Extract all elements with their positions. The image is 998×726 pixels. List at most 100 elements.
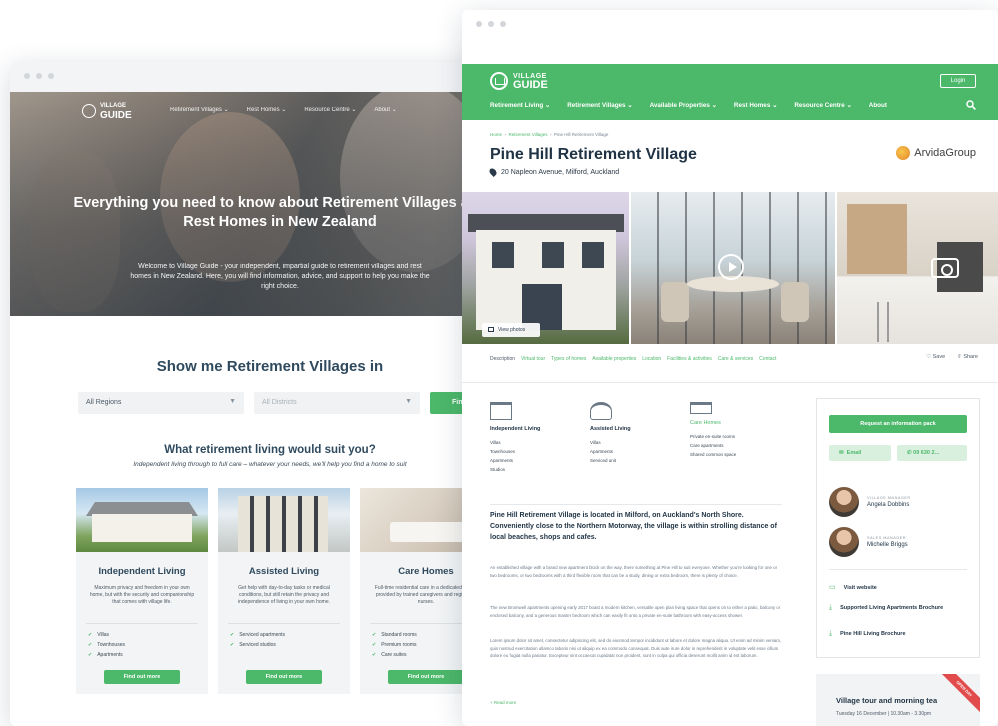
type-title: Assisted Living	[590, 426, 631, 432]
gallery-photo-kitchen[interactable]	[837, 192, 998, 344]
open-day-event-card[interactable]: OPEN DAY Village tour and morning tea Tu…	[816, 674, 980, 726]
chevron-down-icon: ▼	[405, 398, 412, 405]
tab-actions: ♡ Save ⇧ Share	[926, 354, 978, 360]
tab-location[interactable]: Location	[642, 356, 661, 362]
card-description: Maximum privacy and freedom in your own …	[89, 585, 195, 605]
list-item: Studios	[490, 467, 506, 472]
list-item: Townhouses	[88, 640, 196, 650]
suit-subheading: Independent living through to full care …	[133, 461, 407, 468]
tab-description[interactable]: Description	[490, 356, 515, 362]
site-logo[interactable]: VILLAGE GUIDE	[82, 102, 132, 121]
types-of-homes: Independent Living Villas Townhouses Apa…	[490, 402, 790, 474]
avatar	[829, 487, 859, 517]
heart-icon: ♡	[926, 354, 932, 360]
list-item: Villas	[88, 630, 196, 640]
site-logo[interactable]: VILLAGE GUIDE	[490, 72, 548, 91]
nav-item-retirement-villages[interactable]: Retirement Villages ⌄	[170, 106, 229, 113]
page-title: Pine Hill Retirement Village	[490, 146, 697, 163]
view-photos-button[interactable]: View photos	[482, 323, 540, 337]
nav-item-about[interactable]: About ⌄	[374, 106, 396, 113]
email-button[interactable]: ✉ Email	[829, 445, 891, 461]
login-button[interactable]: Login	[940, 74, 976, 88]
location-pin-icon	[488, 167, 498, 177]
list-item: Private en-suite rooms	[690, 434, 736, 439]
nav-item-retirement-living[interactable]: Retirement Living ⌄	[490, 102, 550, 109]
breadcrumb-villages[interactable]: Retirement Villages	[509, 132, 548, 137]
avatar	[829, 527, 859, 557]
hero-subtitle: Welcome to Village Guide - your independ…	[130, 263, 430, 290]
download-icon: ⤓	[829, 604, 833, 611]
nav-item-retirement-villages[interactable]: Retirement Villages ⌄	[567, 102, 632, 109]
nav-item-rest-homes[interactable]: Rest Homes ⌄	[247, 106, 287, 113]
homepage-nav: VILLAGE GUIDE Retirement Villages ⌄ Rest …	[10, 100, 530, 122]
camera-icon[interactable]	[931, 258, 959, 278]
nav-item-about[interactable]: About	[869, 102, 887, 109]
card-independent-living: Independent Living Maximum privacy and f…	[76, 488, 208, 694]
phone-button[interactable]: ✆ 09 630 2...	[897, 445, 967, 461]
hero-banner: VILLAGE GUIDE Retirement Villages ⌄ Rest …	[10, 92, 530, 316]
nav-item-available-properties[interactable]: Available Properties ⌄	[650, 102, 717, 109]
section-tabs: Description Virtual tour Types of homes …	[490, 356, 776, 362]
intro-lead: Pine Hill Retirement Village is located …	[490, 512, 777, 541]
window-controls[interactable]	[476, 21, 506, 27]
chevron-down-icon: ▼	[229, 398, 236, 405]
sun-logo-icon	[896, 146, 911, 160]
find-out-more-button[interactable]: Find out more	[388, 670, 464, 684]
tab-available-properties[interactable]: Available properties	[592, 356, 636, 362]
village-detail-window: VILLAGE GUIDE Login Retirement Living ⌄ R…	[462, 10, 998, 726]
type-assisted-living: Assisted Living Villas Apartments Servic…	[590, 402, 690, 474]
read-more-link[interactable]: + Read more	[490, 700, 516, 705]
play-icon[interactable]	[718, 254, 744, 280]
request-info-pack-button[interactable]: Request an information pack	[829, 415, 967, 433]
window-controls[interactable]	[24, 73, 54, 79]
email-icon: ✉	[839, 450, 844, 456]
district-select[interactable]: All Districts ▼	[254, 392, 420, 414]
breadcrumb: Home › Retirement Villages › Pine Hill R…	[490, 132, 609, 137]
tab-facilities[interactable]: Facilities & activities	[667, 356, 712, 362]
list-item: Serviced apartments	[230, 630, 338, 640]
suit-heading: What retirement living would suit you?	[164, 444, 376, 456]
breadcrumb-home[interactable]: Home	[490, 132, 502, 137]
share-icon: ⇧	[957, 354, 962, 360]
card-title: Independent Living	[98, 566, 186, 577]
gallery-photo-exterior[interactable]: View photos	[462, 192, 629, 344]
list-item: Apartments	[590, 449, 614, 454]
bed-icon	[690, 402, 712, 414]
nav-item-resource-centre[interactable]: Resource Centre ⌄	[304, 106, 356, 113]
nav-item-rest-homes[interactable]: Rest Homes ⌄	[734, 102, 777, 109]
tab-care-services[interactable]: Care & services	[718, 356, 753, 362]
tab-types-of-homes[interactable]: Types of homes	[551, 356, 586, 362]
event-title: Village tour and morning tea	[836, 696, 938, 705]
brochure-link-pine-hill[interactable]: ⤓ Pine Hill Living Brochure	[829, 630, 969, 637]
description-paragraph: The new Bromwell apartments opening earl…	[490, 605, 781, 618]
save-button[interactable]: ♡ Save	[926, 354, 945, 360]
tab-virtual-tour[interactable]: Virtual tour	[521, 356, 545, 362]
search-heading: Show me Retirement Villages in	[156, 358, 384, 375]
phone-icon: ✆	[907, 450, 912, 456]
find-out-more-button[interactable]: Find out more	[246, 670, 322, 684]
gallery-video-dining[interactable]	[631, 192, 835, 344]
nav-item-resource-centre[interactable]: Resource Centre ⌄	[794, 102, 851, 109]
type-title: Independent Living	[490, 426, 541, 432]
list-item: Serviced unit	[590, 458, 617, 463]
hero-title: Everything you need to know about Retire…	[73, 195, 487, 230]
card-title: Assisted Living	[248, 566, 320, 577]
window-titlebar	[10, 62, 530, 92]
type-title[interactable]: Care Homes	[690, 420, 790, 426]
visit-website-link[interactable]: ▭ Visit website	[829, 584, 969, 591]
list-item: Shared common space	[690, 452, 737, 457]
find-out-more-button[interactable]: Find out more	[104, 670, 180, 684]
logo-mark-icon	[82, 104, 96, 118]
contact-village-manager: VILLAGE MANAGER Angela Dobbins	[829, 487, 911, 517]
house-icon	[490, 402, 512, 420]
share-button[interactable]: ⇧ Share	[957, 354, 978, 360]
event-date: Tuesday 16 December | 10.30am - 3.30pm	[836, 711, 932, 717]
monitor-icon: ▭	[829, 584, 836, 591]
description-paragraph: Lorem ipsum dolor sit amet, consectetur …	[490, 638, 782, 659]
list-item: Townhouses	[490, 449, 516, 454]
operator-logo[interactable]: ArvidaGroup	[896, 146, 976, 160]
tab-contact[interactable]: Contact	[759, 356, 776, 362]
brochure-link-supported-living[interactable]: ⤓ Supported Living Apartments Brochure	[829, 604, 969, 611]
region-select[interactable]: All Regions ▼	[78, 392, 244, 414]
search-icon[interactable]	[966, 100, 976, 110]
